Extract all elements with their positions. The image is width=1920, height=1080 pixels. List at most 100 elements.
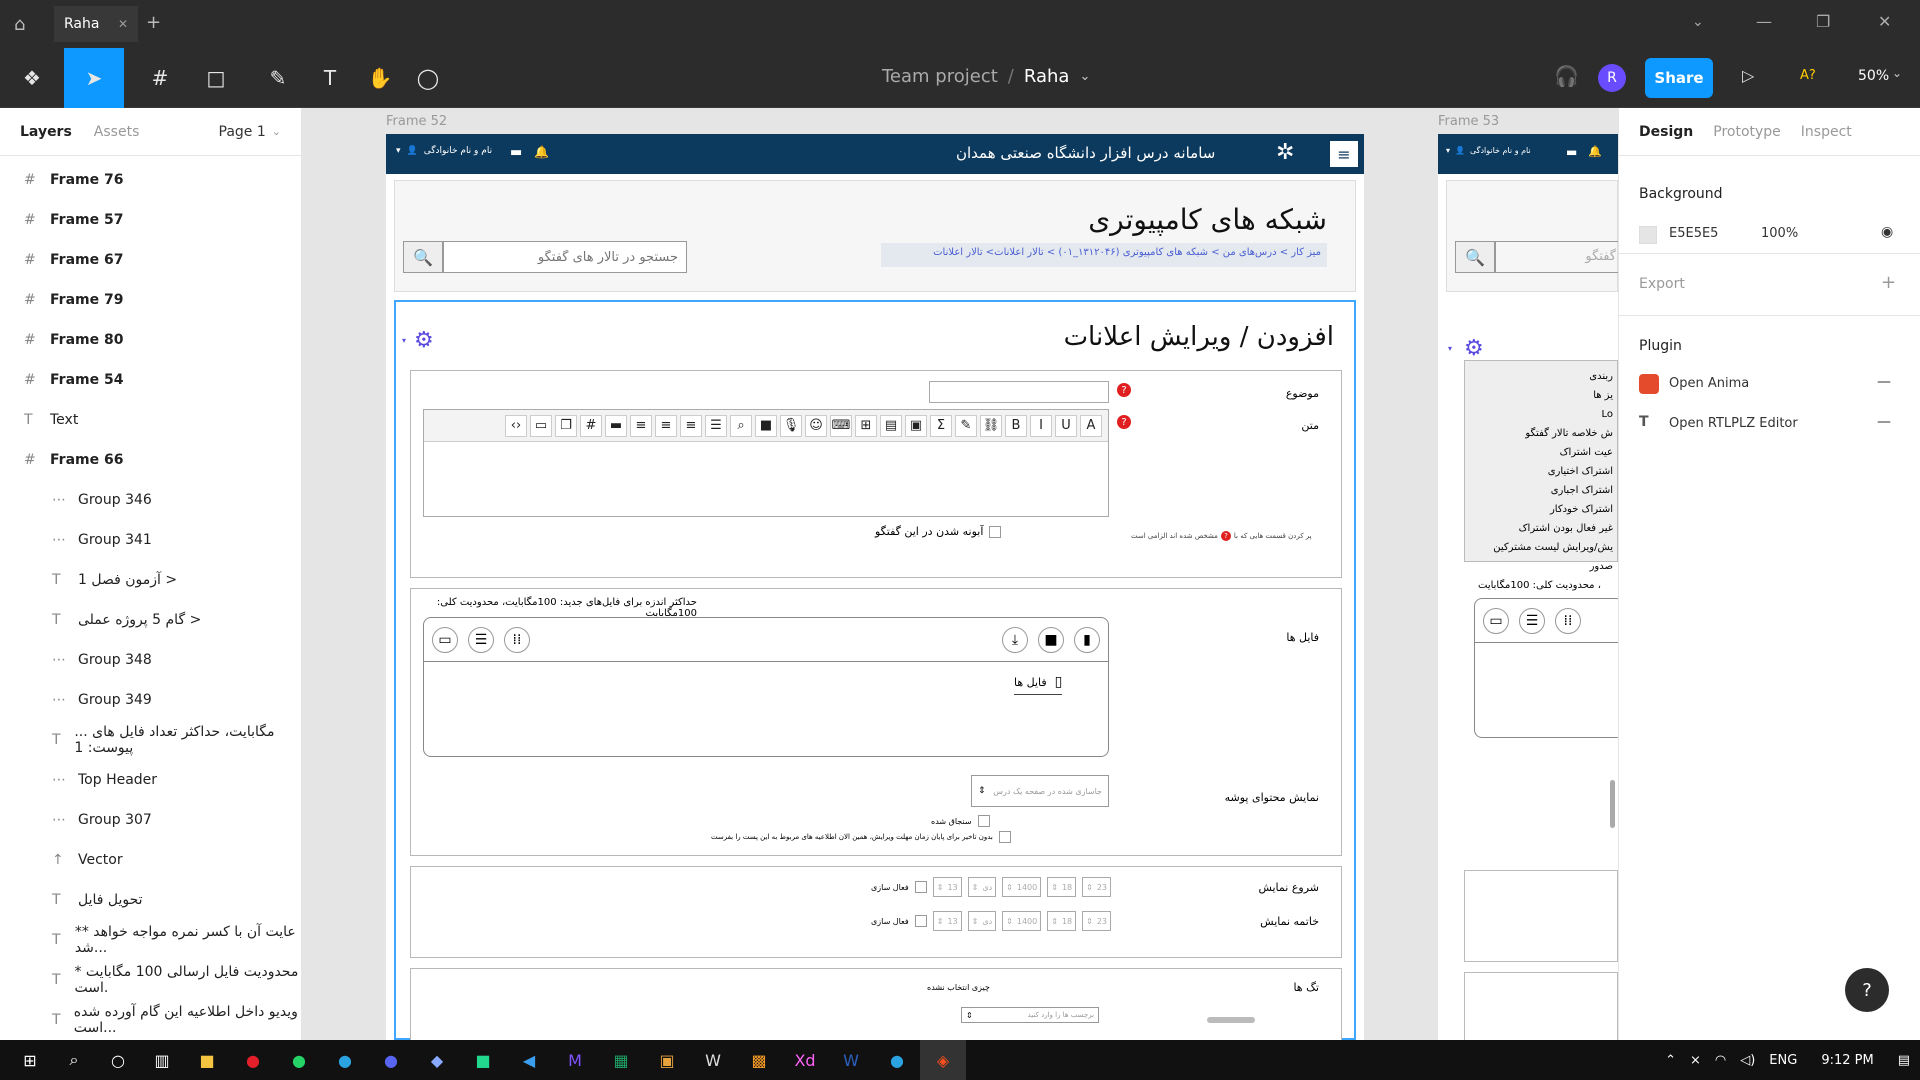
scroll-handle[interactable] (1610, 780, 1615, 828)
settings-menu-item[interactable]: اشتراک خودکار (1469, 500, 1613, 519)
start-enable-checkbox[interactable] (914, 881, 927, 893)
subject-input[interactable] (929, 381, 1109, 403)
bell-icon[interactable]: 🔔 (1588, 145, 1602, 158)
plugin-open-rtlplz[interactable]: Open RTLPLZ Editor (1669, 416, 1798, 431)
pen-tool-icon[interactable]: ✎ (254, 48, 302, 108)
layer-item[interactable]: # Frame 67 (0, 240, 301, 280)
background-hex[interactable]: E5E5E5 (1669, 226, 1718, 241)
end-year-spinner[interactable]: ⇕ 1400 (1002, 911, 1042, 931)
brush-icon[interactable]: ✎ (955, 414, 977, 437)
no-delay-checkbox[interactable] (998, 831, 1011, 843)
settings-menu-item[interactable]: اشتراک اجباری (1469, 481, 1613, 500)
scroll-handle[interactable] (1207, 1017, 1255, 1023)
restore-icon[interactable]: ❐ (1816, 12, 1830, 31)
user-menu[interactable]: ▾ 👤 نام و نام خانوادگی (396, 146, 492, 156)
chevron-down-icon[interactable]: ⌄ (272, 125, 281, 138)
start-day-spinner[interactable]: ⇕ 13 (932, 877, 962, 897)
telegram-icon[interactable]: ● (874, 1040, 920, 1080)
layer-item[interactable]: # Frame 80 (0, 320, 301, 360)
pinned-checkbox[interactable] (977, 815, 990, 827)
cortana-icon[interactable]: ○ (96, 1040, 140, 1080)
gear-icon[interactable]: ⚙ (1464, 336, 1484, 361)
folder-view-icon[interactable]: ▭ (1483, 607, 1509, 634)
start-hour-spinner[interactable]: ⇕ 18 (1047, 877, 1077, 897)
layer-item[interactable]: T * محدودیت فایل ارسالی 100 مگابایت است. (0, 960, 301, 1000)
xampp-icon[interactable]: ▩ (736, 1040, 782, 1080)
search-icon[interactable]: 🔍 (403, 241, 443, 273)
start-minute-spinner[interactable]: ⇕ 23 (1082, 877, 1112, 897)
minimize-icon[interactable]: — (1756, 12, 1772, 31)
start-year-spinner[interactable]: ⇕ 1400 (1002, 877, 1042, 897)
horizontal-rule-icon[interactable]: ▬ (605, 414, 627, 437)
project-name[interactable]: Team project (882, 66, 998, 87)
rich-text-editor[interactable]: A U I B ⛓ ✎ Σ ▣ ▤ ⊞ ⌨ ☺ 🎙 ■ ⌕ ☰ ≡ ≡ ≡ ▬ … (423, 409, 1109, 517)
subscribe-option[interactable]: آبونه شدن در این گفتگو (875, 525, 1002, 538)
canvas[interactable]: Frame 52 Frame 53 ▾ 👤 نام و نام خانوادگی… (302, 108, 1618, 1040)
home-icon[interactable]: ⌂ (14, 14, 25, 35)
m-app-icon[interactable]: M (552, 1040, 598, 1080)
list-view-icon[interactable]: ☰ (1519, 607, 1545, 634)
align-left-icon[interactable]: ≡ (630, 414, 652, 437)
layer-item[interactable]: T Text (0, 400, 301, 440)
telegram-icon[interactable]: ● (322, 1040, 368, 1080)
chevron-down-icon[interactable]: ▾ (402, 336, 406, 345)
align-right-icon[interactable]: ≡ (680, 414, 702, 437)
present-icon[interactable]: ▷ (1742, 66, 1754, 85)
chevron-down-icon[interactable]: ▾ (1448, 344, 1452, 353)
file-picker[interactable]: ▭ ☰ ⁞⁞ (1474, 598, 1618, 738)
layer-item[interactable]: T تحویل فایل (0, 880, 301, 920)
start-month-spinner[interactable]: ⇕ دی (967, 877, 997, 897)
tray-expand-icon[interactable]: ⌃ (1665, 1053, 1676, 1068)
volume-icon[interactable]: ◁) (1740, 1053, 1755, 1068)
message-icon[interactable]: ▬ (510, 145, 522, 160)
chevron-down-icon[interactable]: ⌄ (1079, 69, 1090, 84)
share-button[interactable]: Share (1645, 58, 1713, 98)
underline-icon[interactable]: U (1055, 414, 1077, 437)
settings-menu-item[interactable]: Lo (1469, 405, 1613, 424)
windows-start-icon[interactable]: ⊞ (8, 1040, 52, 1080)
eye-icon[interactable]: ◉ (1881, 224, 1893, 240)
comment-tool-icon[interactable]: ◯ (408, 48, 448, 108)
layer-item[interactable]: ⋯ Group 348 (0, 640, 301, 680)
headphones-icon[interactable]: 🎧 (1554, 64, 1579, 88)
tab-layers[interactable]: Layers (20, 124, 72, 140)
frame-53[interactable]: ▾ 👤 نام و نام خانوادگی ▬ 🔔 🔍 گفتگو ⚙ ▾ ر… (1438, 134, 1618, 1040)
adobe-xd-icon[interactable]: Xd (782, 1040, 828, 1080)
link-icon[interactable]: ⛓ (980, 414, 1002, 437)
grid-view-icon[interactable]: ⁞⁞ (1555, 607, 1581, 634)
layer-item[interactable]: ⋯ Group 349 (0, 680, 301, 720)
user-menu[interactable]: ▾ 👤 نام و نام خانوادگی (1446, 146, 1531, 155)
help-button[interactable]: ? (1845, 968, 1889, 1012)
language-indicator[interactable]: ENG (1769, 1053, 1797, 1068)
close-window-icon[interactable]: ✕ (1878, 12, 1891, 31)
folder-icon[interactable]: ▭ (530, 414, 552, 437)
media-icon[interactable]: ▤ (880, 414, 902, 437)
search-icon[interactable]: 🔍 (1455, 241, 1495, 273)
forum-search-input[interactable]: گفتگو (1495, 241, 1618, 273)
discord-icon[interactable]: ● (368, 1040, 414, 1080)
frame53-label[interactable]: Frame 53 (1438, 114, 1499, 129)
italic-icon[interactable]: I (1030, 414, 1052, 437)
code-icon[interactable]: ‹› (505, 414, 527, 437)
avatar[interactable]: R (1598, 64, 1626, 92)
settings-menu-item[interactable]: یش/ویرایش لیست مشترکین (1469, 538, 1613, 557)
opera-icon[interactable]: ● (230, 1040, 276, 1080)
breadcrumb-trail[interactable]: میز کار > درس‌های من > شبکه های کامپیوتر… (881, 243, 1327, 267)
close-tab-icon[interactable]: ✕ (118, 17, 128, 31)
vscode-icon[interactable]: ◀ (506, 1040, 552, 1080)
layer-item[interactable]: T ** عایت آن با کسر نمره مواجه خواهد شد..… (0, 920, 301, 960)
table-icon[interactable]: ⊞ (855, 414, 877, 437)
tags-input[interactable]: ⇕ برچسب ها را وارد کنید (961, 1007, 1099, 1023)
ai-button[interactable]: A? (1800, 68, 1816, 83)
file-tab[interactable]: Raha ✕ (54, 6, 138, 42)
settings-menu-item[interactable]: عیت اشتراک (1469, 443, 1613, 462)
shape-tool-icon[interactable]: □ (192, 48, 240, 108)
settings-menu-item[interactable]: ش خلاصه تالار گفتگو (1469, 424, 1613, 443)
layer-item[interactable]: # Frame 57 (0, 200, 301, 240)
sigma-icon[interactable]: Σ (930, 414, 952, 437)
message-icon[interactable]: ▬ (1566, 145, 1577, 159)
files-folder[interactable]: ▯ فایل ها (1014, 674, 1063, 695)
search-icon[interactable]: ⌕ (52, 1040, 96, 1080)
page-selector[interactable]: Page 1 (219, 124, 266, 140)
task-view-icon[interactable]: ▥ (140, 1040, 184, 1080)
